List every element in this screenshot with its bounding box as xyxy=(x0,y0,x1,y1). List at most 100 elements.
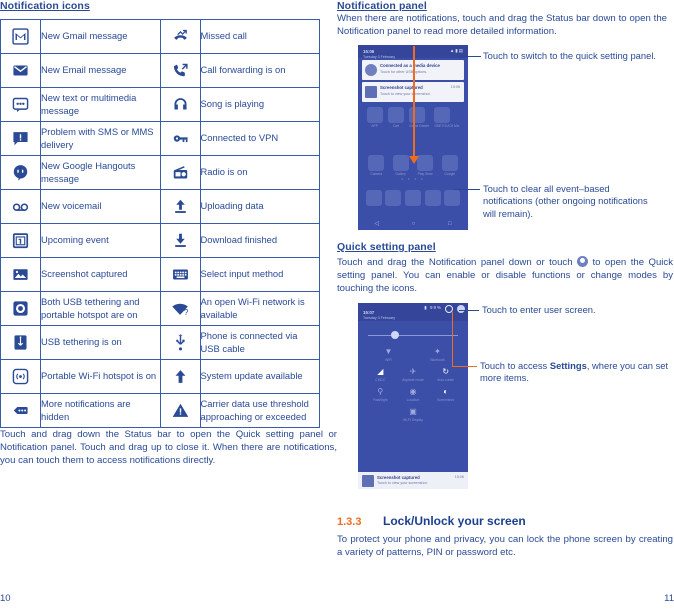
qs-tile-label: Bluetooth xyxy=(430,358,445,362)
leader-line-user-screen xyxy=(459,310,479,311)
qs-tile-label: Wi-Fi Display xyxy=(403,418,423,422)
qs-tile-screenshot[interactable]: ◐ Screenshot xyxy=(429,387,462,402)
gear-leader-horizontal xyxy=(452,366,477,367)
icon-description-cell: New Google Hangouts message xyxy=(40,155,161,190)
qs-row-4: ▣ Wi-Fi Display xyxy=(364,407,462,422)
sms-mms-icon xyxy=(12,96,29,113)
icon-cell xyxy=(159,53,201,88)
annotation-settings-pre: Touch to access xyxy=(480,360,550,371)
download-icon xyxy=(172,232,189,249)
icon-cell xyxy=(0,53,41,88)
app-icon[interactable] xyxy=(387,107,404,123)
heading-notification-panel: Notification panel xyxy=(337,0,427,12)
app-label: APP xyxy=(371,124,378,128)
icon-description-cell: New Gmail message xyxy=(40,19,161,54)
system-update-icon xyxy=(172,368,189,385)
drag-down-arrow-shaft xyxy=(413,46,415,158)
notification-panel-paragraph: When there are notifications, touch and … xyxy=(337,13,667,38)
icon-description-cell: Select input method xyxy=(199,257,320,292)
app-icon[interactable] xyxy=(392,155,409,171)
user-icon[interactable] xyxy=(457,305,465,313)
screenshot-icon xyxy=(12,266,29,283)
home-icon[interactable]: ○ xyxy=(412,221,416,227)
icon-cell xyxy=(0,359,41,394)
qs-tile-label: CMCC xyxy=(375,378,386,382)
page-title-notification-icons: Notification icons xyxy=(0,0,90,12)
icon-description-cell: Upcoming event xyxy=(40,223,161,258)
notification-title: Connected as a media device xyxy=(380,63,440,68)
app-icon[interactable] xyxy=(409,107,426,123)
icon-description-cell: Both USB tethering and portable hotspot … xyxy=(40,291,161,326)
gear-leader-vertical xyxy=(452,312,453,366)
app-icon[interactable] xyxy=(441,155,458,171)
icon-description: Select input method xyxy=(200,268,284,280)
recents-icon[interactable]: □ xyxy=(448,221,452,227)
dock-icon[interactable] xyxy=(424,190,441,206)
qs-tile-wifi-display[interactable]: ▣ Wi-Fi Display xyxy=(393,407,433,422)
notification-time: 15:06 xyxy=(454,475,464,479)
table-row: Both USB tethering and portable hotspot … xyxy=(0,291,320,326)
notification-title: Screenshot captured xyxy=(377,475,420,480)
icon-description: Portable Wi-Fi hotspot is on xyxy=(41,370,157,382)
icon-cell xyxy=(159,155,201,190)
more-notifications-icon xyxy=(12,402,29,419)
icon-description: USB tethering is on xyxy=(41,336,122,348)
flashlight-icon: ⚲ xyxy=(377,387,384,396)
app-icon[interactable] xyxy=(434,107,451,123)
qs-tile-airplane[interactable]: ✈ Airplane mode xyxy=(397,367,430,382)
icon-description-cell: New Email message xyxy=(40,53,161,88)
table-row: USB tethering is on Phone is connected vi… xyxy=(0,325,320,360)
invertcolor-icon: ◐ xyxy=(443,387,449,396)
qs-tile-label: Auto-rotate xyxy=(437,378,455,382)
qs-tile-label: Airplane mode xyxy=(402,378,424,382)
voicemail-icon xyxy=(12,198,29,215)
qs-tile-location[interactable]: ◉ Location xyxy=(397,387,430,402)
qs-row-2: ◢ CMCC ✈ Airplane mode ↻ Auto-rotate xyxy=(364,367,462,382)
icon-description-cell: USB tethering is on xyxy=(40,325,161,360)
qs-tile-bluetooth[interactable]: ✦ Bluetooth xyxy=(413,347,462,362)
app-icon[interactable] xyxy=(366,107,383,123)
page-number-right: 11 xyxy=(664,593,674,604)
call-forwarding-icon xyxy=(172,62,189,79)
icon-description-cell: Song is playing xyxy=(199,87,320,122)
user-icon xyxy=(577,256,589,267)
status-time: 15:06 xyxy=(363,49,375,54)
qs-system-icons: ▮ 99% xyxy=(424,305,442,310)
qs-tile-wifi[interactable]: ▼ WiFi xyxy=(364,347,413,362)
qs-tile-autorotate[interactable]: ↻ Auto-rotate xyxy=(429,367,462,382)
notification-subtitle: Touch to view your screenshot. xyxy=(377,481,428,485)
qs-row-1: ▼ WiFi ✦ Bluetooth xyxy=(364,347,462,362)
icon-description: An open Wi-Fi network is available xyxy=(200,296,305,320)
slider-knob[interactable] xyxy=(391,331,400,339)
dock-icon[interactable] xyxy=(385,190,402,206)
icon-cell xyxy=(159,257,201,292)
icon-description-cell: Phone is connected via USB cable xyxy=(199,325,320,360)
usb-cable-icon xyxy=(172,333,189,351)
qs-tile-flashlight[interactable]: ⚲ Flashlight xyxy=(364,387,397,402)
table-row: Portable Wi-Fi hotspot is on System updat… xyxy=(0,359,320,394)
qs-tile-signal[interactable]: ◢ CMCC xyxy=(364,367,397,382)
icon-description: Missed call xyxy=(200,30,247,42)
manual-page: Notification icons New Gmail message Miss… xyxy=(0,0,674,614)
icon-description-cell: Connected to VPN xyxy=(199,121,320,156)
qs-bottom-notification[interactable]: Screenshot captured Touch to view your s… xyxy=(358,472,468,489)
brightness-slider[interactable] xyxy=(368,329,458,341)
icon-description: Both USB tethering and portable hotspot … xyxy=(41,296,140,320)
notification-subtitle: Touch for other USB options. xyxy=(380,70,428,74)
heading-quick-setting-panel: Quick setting panel xyxy=(337,241,436,253)
dock-icon[interactable] xyxy=(404,190,421,206)
table-row: New Gmail message Missed call xyxy=(0,19,320,54)
dock-icon[interactable] xyxy=(444,190,461,206)
icon-description-cell: New text or multimedia message xyxy=(40,87,161,122)
icon-cell xyxy=(0,291,41,326)
icon-description: Song is playing xyxy=(200,98,265,110)
dock-icon[interactable] xyxy=(365,190,382,206)
screenshot-thumb-icon xyxy=(362,475,374,487)
table-row: Upcoming event Download finished xyxy=(0,223,320,258)
open-wifi-icon: ? xyxy=(171,300,189,317)
back-icon[interactable]: ◁ xyxy=(374,220,379,227)
bluetooth-icon: ✦ xyxy=(434,347,441,356)
app-icon[interactable] xyxy=(417,155,434,171)
app-icon[interactable] xyxy=(368,155,385,171)
icon-description: Screenshot captured xyxy=(41,268,128,280)
